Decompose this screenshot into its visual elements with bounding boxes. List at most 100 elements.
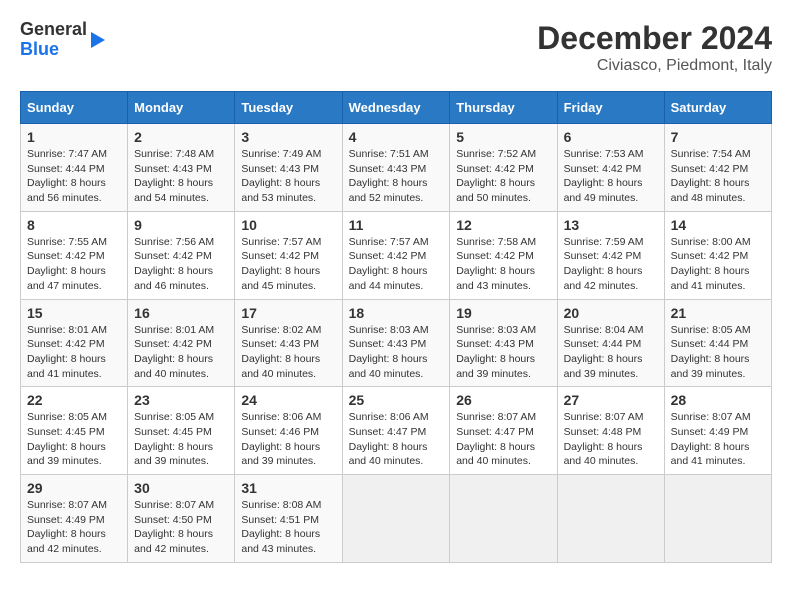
day-info: Sunrise: 7:48 AMSunset: 4:43 PMDaylight:… [134,147,228,206]
calendar-cell: 4 Sunrise: 7:51 AMSunset: 4:43 PMDaylight… [342,124,450,212]
calendar-cell: 27 Sunrise: 8:07 AMSunset: 4:48 PMDayligh… [557,387,664,475]
day-info: Sunrise: 7:56 AMSunset: 4:42 PMDaylight:… [134,235,228,294]
day-number: 16 [134,305,228,321]
calendar-week-row: 15 Sunrise: 8:01 AMSunset: 4:42 PMDayligh… [21,299,772,387]
day-info: Sunrise: 8:07 AMSunset: 4:47 PMDaylight:… [456,410,550,469]
day-number: 25 [349,392,444,408]
day-info: Sunrise: 8:07 AMSunset: 4:49 PMDaylight:… [27,498,121,557]
day-number: 14 [671,217,765,233]
calendar-cell: 1 Sunrise: 7:47 AMSunset: 4:44 PMDaylight… [21,124,128,212]
calendar-cell: 6 Sunrise: 7:53 AMSunset: 4:42 PMDaylight… [557,124,664,212]
day-info: Sunrise: 8:08 AMSunset: 4:51 PMDaylight:… [241,498,335,557]
calendar-cell: 23 Sunrise: 8:05 AMSunset: 4:45 PMDayligh… [128,387,235,475]
calendar-cell: 18Sunrise: 8:03 AMSunset: 4:43 PMDayligh… [342,299,450,387]
day-info: Sunrise: 7:58 AMSunset: 4:42 PMDaylight:… [456,235,550,294]
calendar-cell: 21 Sunrise: 8:05 AMSunset: 4:44 PMDayligh… [664,299,771,387]
title-section: December 2024 Civiasco, Piedmont, Italy [537,20,772,75]
day-number: 12 [456,217,550,233]
calendar-header-row: SundayMondayTuesdayWednesdayThursdayFrid… [21,92,772,124]
calendar-cell: 16 Sunrise: 8:01 AMSunset: 4:42 PMDayligh… [128,299,235,387]
day-number: 8 [27,217,121,233]
day-info: Sunrise: 7:53 AMSunset: 4:42 PMDaylight:… [564,147,658,206]
day-number: 6 [564,129,658,145]
day-info: Sunrise: 7:59 AMSunset: 4:42 PMDaylight:… [564,235,658,294]
day-number: 19 [456,305,550,321]
day-info: Sunrise: 8:01 AMSunset: 4:42 PMDaylight:… [134,323,228,382]
calendar-cell: 10 Sunrise: 7:57 AMSunset: 4:42 PMDayligh… [235,211,342,299]
page-title: December 2024 [537,20,772,57]
day-info: Sunrise: 8:03 AMSunset: 4:43 PMDaylight:… [349,323,444,382]
calendar-cell [450,475,557,563]
day-number: 23 [134,392,228,408]
calendar-cell: 8Sunrise: 7:55 AMSunset: 4:42 PMDaylight… [21,211,128,299]
day-number: 1 [27,129,121,145]
calendar-cell: 20Sunrise: 8:04 AMSunset: 4:44 PMDayligh… [557,299,664,387]
calendar-cell: 9 Sunrise: 7:56 AMSunset: 4:42 PMDaylight… [128,211,235,299]
calendar-header-thursday: Thursday [450,92,557,124]
day-number: 27 [564,392,658,408]
day-info: Sunrise: 7:57 AMSunset: 4:42 PMDaylight:… [241,235,335,294]
day-number: 20 [564,305,658,321]
logo: General Blue [20,20,105,60]
day-number: 3 [241,129,335,145]
day-number: 31 [241,480,335,496]
calendar-week-row: 1 Sunrise: 7:47 AMSunset: 4:44 PMDaylight… [21,124,772,212]
calendar-cell: 31 Sunrise: 8:08 AMSunset: 4:51 PMDayligh… [235,475,342,563]
calendar-cell: 11Sunrise: 7:57 AMSunset: 4:42 PMDayligh… [342,211,450,299]
calendar-cell: 14 Sunrise: 8:00 AMSunset: 4:42 PMDayligh… [664,211,771,299]
day-number: 13 [564,217,658,233]
calendar-cell: 15Sunrise: 8:01 AMSunset: 4:42 PMDayligh… [21,299,128,387]
day-info: Sunrise: 8:06 AMSunset: 4:47 PMDaylight:… [349,410,444,469]
day-info: Sunrise: 8:05 AMSunset: 4:45 PMDaylight:… [134,410,228,469]
day-info: Sunrise: 7:47 AMSunset: 4:44 PMDaylight:… [27,147,121,206]
day-number: 10 [241,217,335,233]
calendar-header-sunday: Sunday [21,92,128,124]
day-number: 21 [671,305,765,321]
day-number: 7 [671,129,765,145]
day-info: Sunrise: 8:03 AMSunset: 4:43 PMDaylight:… [456,323,550,382]
day-info: Sunrise: 8:06 AMSunset: 4:46 PMDaylight:… [241,410,335,469]
day-number: 9 [134,217,228,233]
day-number: 24 [241,392,335,408]
calendar-week-row: 29 Sunrise: 8:07 AMSunset: 4:49 PMDayligh… [21,475,772,563]
calendar-week-row: 22 Sunrise: 8:05 AMSunset: 4:45 PMDayligh… [21,387,772,475]
day-number: 17 [241,305,335,321]
calendar-cell: 29 Sunrise: 8:07 AMSunset: 4:49 PMDayligh… [21,475,128,563]
day-number: 11 [349,217,444,233]
day-info: Sunrise: 7:49 AMSunset: 4:43 PMDaylight:… [241,147,335,206]
logo-arrow-icon [91,32,105,48]
day-number: 29 [27,480,121,496]
day-number: 5 [456,129,550,145]
day-info: Sunrise: 8:05 AMSunset: 4:45 PMDaylight:… [27,410,121,469]
day-number: 15 [27,305,121,321]
calendar-cell: 12 Sunrise: 7:58 AMSunset: 4:42 PMDayligh… [450,211,557,299]
calendar-cell: 22 Sunrise: 8:05 AMSunset: 4:45 PMDayligh… [21,387,128,475]
day-info: Sunrise: 8:05 AMSunset: 4:44 PMDaylight:… [671,323,765,382]
calendar-cell: 3 Sunrise: 7:49 AMSunset: 4:43 PMDaylight… [235,124,342,212]
day-info: Sunrise: 7:51 AMSunset: 4:43 PMDaylight:… [349,147,444,206]
calendar-cell [557,475,664,563]
day-number: 22 [27,392,121,408]
day-info: Sunrise: 7:52 AMSunset: 4:42 PMDaylight:… [456,147,550,206]
calendar-header-tuesday: Tuesday [235,92,342,124]
day-number: 2 [134,129,228,145]
logo-general: General [20,19,87,39]
calendar-cell [342,475,450,563]
calendar-header-friday: Friday [557,92,664,124]
day-info: Sunrise: 8:07 AMSunset: 4:49 PMDaylight:… [671,410,765,469]
calendar-header-saturday: Saturday [664,92,771,124]
calendar-body: 1 Sunrise: 7:47 AMSunset: 4:44 PMDaylight… [21,124,772,563]
day-info: Sunrise: 8:00 AMSunset: 4:42 PMDaylight:… [671,235,765,294]
calendar-cell: 13 Sunrise: 7:59 AMSunset: 4:42 PMDayligh… [557,211,664,299]
calendar-cell: 7Sunrise: 7:54 AMSunset: 4:42 PMDaylight… [664,124,771,212]
page-header: General Blue December 2024 Civiasco, Pie… [20,20,772,75]
calendar-cell: 25 Sunrise: 8:06 AMSunset: 4:47 PMDayligh… [342,387,450,475]
day-number: 4 [349,129,444,145]
calendar-cell: 28 Sunrise: 8:07 AMSunset: 4:49 PMDayligh… [664,387,771,475]
calendar-header-wednesday: Wednesday [342,92,450,124]
day-info: Sunrise: 8:07 AMSunset: 4:48 PMDaylight:… [564,410,658,469]
calendar-cell [664,475,771,563]
day-info: Sunrise: 8:02 AMSunset: 4:43 PMDaylight:… [241,323,335,382]
day-number: 30 [134,480,228,496]
day-number: 28 [671,392,765,408]
